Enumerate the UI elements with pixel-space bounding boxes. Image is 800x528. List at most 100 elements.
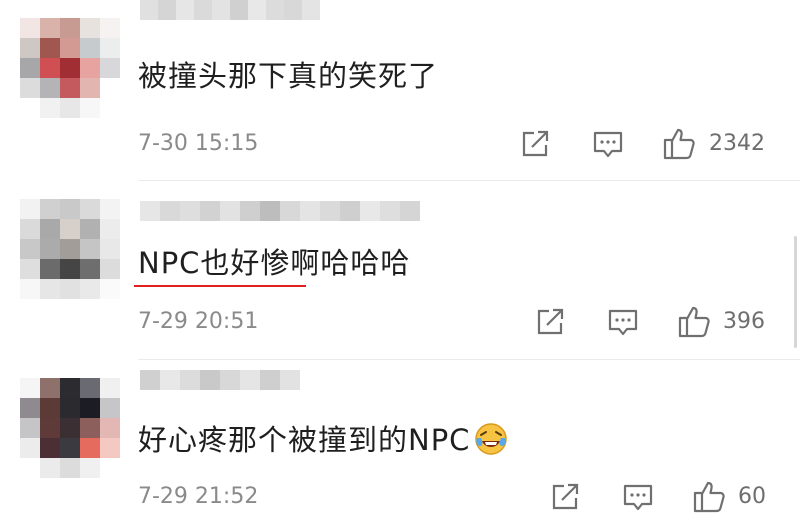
username-pixel [248, 0, 266, 20]
comment-time: 7-29 20:51 [138, 309, 259, 334]
username-pixel [200, 370, 220, 390]
avatar-pixel [20, 279, 40, 299]
username-pixel [220, 201, 240, 221]
avatar-pixel [20, 438, 40, 458]
username-pixel [140, 201, 160, 221]
username-pixel [280, 370, 300, 390]
username-pixel [176, 0, 194, 20]
avatar-pixel [80, 398, 100, 418]
reply-button[interactable] [622, 482, 654, 512]
avatar-pixel [100, 398, 120, 418]
avatar-pixel [40, 378, 60, 398]
avatar-pixel [20, 378, 40, 398]
avatar-pixel [80, 219, 100, 239]
reply-button[interactable] [592, 129, 624, 159]
avatar-pixel [60, 438, 80, 458]
avatar-pixel [80, 239, 100, 259]
avatar[interactable] [20, 378, 120, 478]
username[interactable] [140, 0, 320, 20]
comment-text-content: 好心疼那个被撞到的NPC [138, 423, 471, 457]
like-count: 60 [738, 484, 766, 509]
share-icon [552, 483, 579, 510]
avatar-pixel [100, 38, 120, 58]
avatar-pixel [100, 279, 120, 299]
avatar-pixel [100, 18, 120, 38]
avatar-pixel [100, 58, 120, 78]
avatar-pixel [60, 78, 80, 98]
avatar-pixel [40, 219, 60, 239]
avatar-pixel [80, 259, 100, 279]
avatar-pixel [20, 18, 40, 38]
avatar-pixel [60, 398, 80, 418]
like-button[interactable] [662, 126, 698, 160]
avatar-pixel [60, 378, 80, 398]
laughing-crying-emoji-icon [474, 422, 508, 464]
avatar-pixel [20, 78, 40, 98]
username-pixel [200, 201, 220, 221]
avatar-pixel [80, 58, 100, 78]
thumbs-up-icon [678, 306, 710, 338]
share-icon [522, 130, 549, 157]
avatar-pixel [40, 398, 60, 418]
share-button[interactable] [520, 129, 552, 159]
username-pixel [302, 0, 320, 20]
avatar-pixel [20, 458, 40, 478]
share-icon [537, 308, 564, 335]
username-pixel [400, 201, 420, 221]
comment-time: 7-29 21:52 [138, 484, 259, 509]
reply-button[interactable] [607, 307, 639, 337]
avatar-pixel [40, 418, 60, 438]
avatar-pixel [40, 98, 60, 118]
username-pixel [280, 201, 300, 221]
username-pixel [260, 370, 280, 390]
username-pixel [212, 0, 230, 20]
avatar-pixel [80, 199, 100, 219]
avatar-pixel [80, 38, 100, 58]
comment-text: NPC也好惨啊哈哈哈 [138, 246, 411, 280]
avatar-pixel [100, 219, 120, 239]
avatar-pixel [40, 438, 60, 458]
avatar-pixel [40, 18, 60, 38]
avatar-pixel [40, 259, 60, 279]
avatar-pixel [20, 219, 40, 239]
avatar[interactable] [20, 199, 120, 299]
like-button[interactable] [692, 479, 728, 513]
username-pixel [160, 201, 180, 221]
avatar-pixel [20, 58, 40, 78]
username-pixel [158, 0, 176, 20]
username-pixel [220, 370, 240, 390]
share-button[interactable] [550, 482, 582, 512]
scrollbar[interactable] [794, 236, 797, 348]
username-pixel [320, 201, 340, 221]
username-pixel [230, 0, 248, 20]
avatar-pixel [20, 98, 40, 118]
username-pixel [180, 370, 200, 390]
username[interactable] [140, 201, 420, 221]
avatar-pixel [20, 38, 40, 58]
avatar-pixel [80, 418, 100, 438]
avatar-pixel [80, 458, 100, 478]
share-button[interactable] [535, 307, 567, 337]
username[interactable] [140, 370, 300, 390]
avatar-pixel [60, 38, 80, 58]
avatar-pixel [20, 239, 40, 259]
username-pixel [266, 0, 284, 20]
username-pixel [380, 201, 400, 221]
username-pixel [140, 0, 158, 20]
avatar-pixel [20, 199, 40, 219]
username-pixel [160, 370, 180, 390]
avatar-pixel [60, 279, 80, 299]
avatar-pixel [60, 58, 80, 78]
like-button[interactable] [677, 304, 713, 338]
avatar-pixel [80, 18, 100, 38]
avatar[interactable] [20, 18, 120, 118]
avatar-pixel [40, 279, 60, 299]
avatar-pixel [60, 18, 80, 38]
comment-item: NPC也好惨啊哈哈哈 7-29 20:51 396 [0, 181, 800, 359]
avatar-pixel [100, 259, 120, 279]
username-pixel [240, 370, 260, 390]
avatar-pixel [80, 98, 100, 118]
comment-icon [593, 131, 623, 158]
avatar-pixel [80, 279, 100, 299]
avatar-pixel [100, 458, 120, 478]
